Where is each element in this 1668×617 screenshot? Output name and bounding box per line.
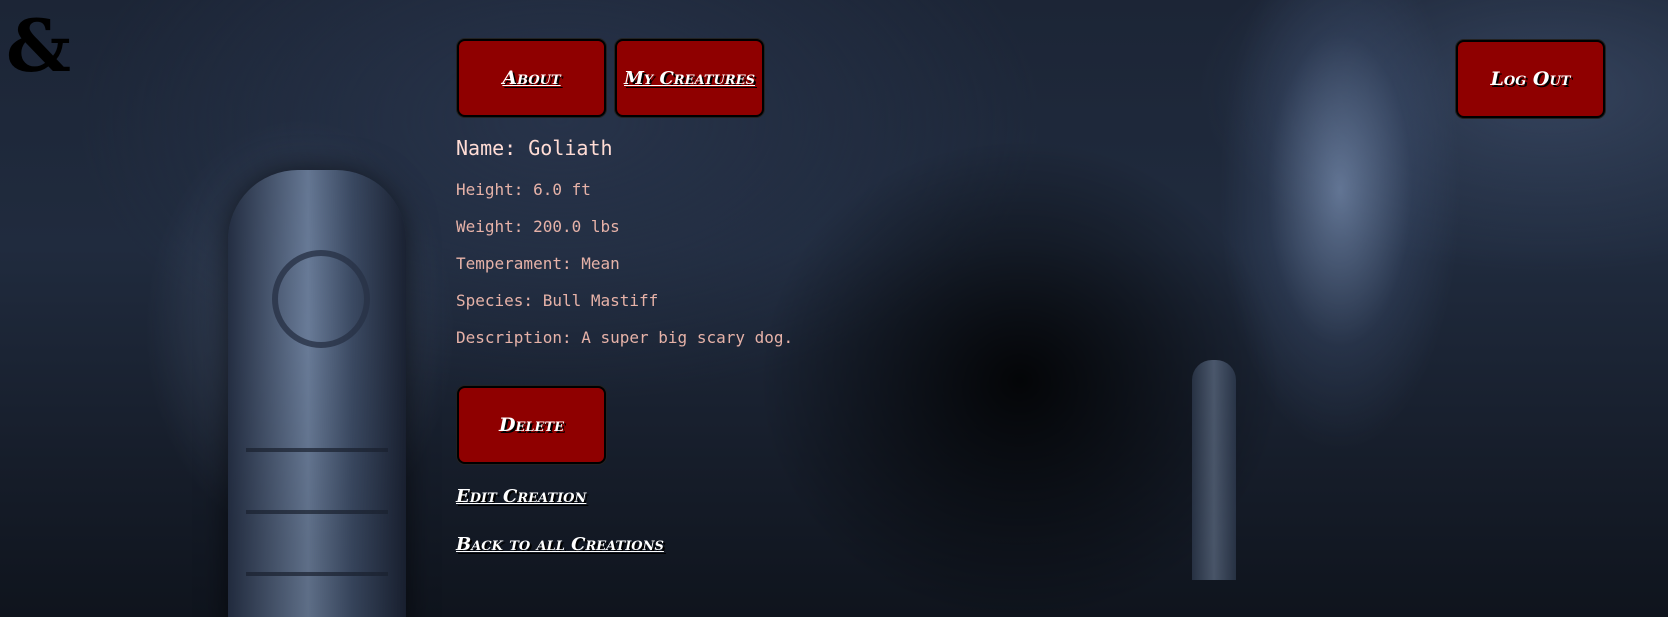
edit-creation-link[interactable]: Edit Creation xyxy=(456,486,586,507)
background-pillar-decoration xyxy=(228,170,406,617)
back-to-all-creations-link[interactable]: Back to all Creations xyxy=(456,534,664,555)
creature-details: Name: Goliath Height: 6.0 ft Weight: 200… xyxy=(456,136,793,365)
logout-button[interactable]: Log Out xyxy=(1456,40,1605,118)
ampersand-logo-icon[interactable]: & xyxy=(6,10,71,82)
creature-height: Height: 6.0 ft xyxy=(456,180,591,199)
creature-species: Species: Bull Mastiff xyxy=(456,291,659,310)
creature-name: Name: Goliath xyxy=(456,136,613,160)
my-creatures-button[interactable]: My Creatures xyxy=(615,39,764,117)
creature-weight: Weight: 200.0 lbs xyxy=(456,217,620,236)
delete-button[interactable]: Delete xyxy=(457,386,606,464)
creature-temperament: Temperament: Mean xyxy=(456,254,620,273)
creature-description: Description: A super big scary dog. xyxy=(456,328,794,347)
background-pillar-small-decoration xyxy=(1192,360,1236,580)
about-button[interactable]: About xyxy=(457,39,606,117)
